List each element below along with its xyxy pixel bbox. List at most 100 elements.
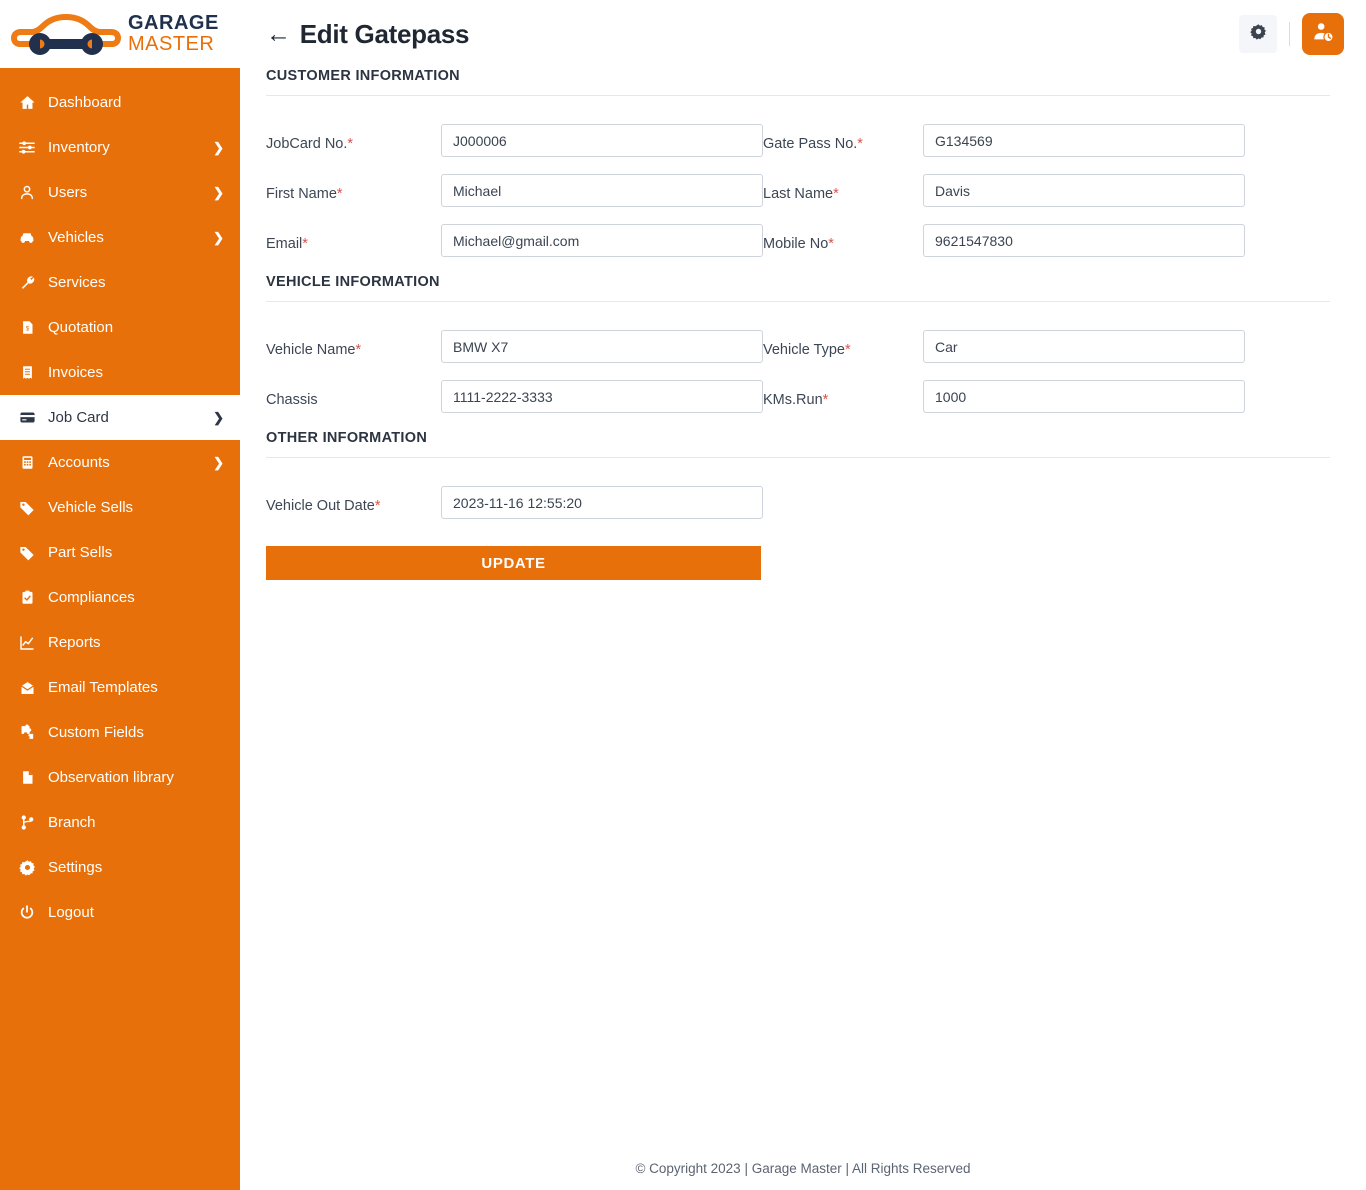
section-vehicle-information: VEHICLE INFORMATION Vehicle Name* Vehicl… [266,274,1330,430]
vehicle-out-date-input[interactable] [441,486,763,519]
vehicle-name-input[interactable] [441,330,763,363]
email-input[interactable] [441,224,763,257]
chevron-right-icon: ❯ [213,456,224,469]
sidebar-item-vehicles[interactable]: Vehicles ❯ [0,215,240,260]
footer-copyright: © Copyright 2023 | Garage Master | All R… [240,1161,1366,1190]
chevron-right-icon: ❯ [213,411,224,424]
gear-icon [14,859,40,876]
sidebar-item-part-sells[interactable]: Part Sells [0,530,240,575]
sidebar-item-dashboard[interactable]: Dashboard [0,80,240,125]
sidebar-item-observation-library[interactable]: Observation library [0,755,240,800]
last-name-input[interactable] [923,174,1245,207]
sidebar-item-label: Job Card [48,409,109,426]
car-wrench-logo-icon [10,8,122,60]
kms-run-input[interactable] [923,380,1245,413]
sidebar-item-settings[interactable]: Settings [0,845,240,890]
section-customer-information: CUSTOMER INFORMATION JobCard No.* Gate P… [266,68,1330,274]
home-icon [14,94,40,111]
customer-form-grid: JobCard No.* Gate Pass No.* First Name* … [266,124,1330,274]
sidebar-item-branch[interactable]: Branch [0,800,240,845]
sidebar-item-label: Part Sells [48,544,112,561]
puzzle-icon [14,724,40,741]
other-form-grid: Vehicle Out Date* [266,486,1330,536]
chart-line-icon [14,635,40,651]
kms-run-label: KMs.Run* [763,380,923,430]
chevron-right-icon: ❯ [213,186,224,199]
wrench-icon [14,274,40,291]
chevron-right-icon: ❯ [213,231,224,244]
sidebar-item-label: Reports [48,634,101,651]
chassis-input[interactable] [441,380,763,413]
sidebar-item-job-card[interactable]: Job Card ❯ [0,395,240,440]
sidebar-item-inventory[interactable]: Inventory ❯ [0,125,240,170]
section-divider [266,457,1330,458]
sidebar-item-email-templates[interactable]: Email Templates [0,665,240,710]
clipboard-check-icon [14,589,40,606]
sidebar-item-services[interactable]: Services [0,260,240,305]
sidebar-item-label: Dashboard [48,94,121,111]
svg-text:$: $ [25,326,29,333]
section-divider [266,95,1330,96]
sidebar-item-label: Quotation [48,319,113,336]
user-clock-button[interactable] [1302,13,1344,55]
update-button[interactable]: UPDATE [266,546,761,580]
sidebar-item-label: Logout [48,904,94,921]
sidebar-item-users[interactable]: Users ❯ [0,170,240,215]
card-icon [14,409,40,426]
form-content: CUSTOMER INFORMATION JobCard No.* Gate P… [240,68,1366,580]
sidebar-item-quotation[interactable]: $ Quotation [0,305,240,350]
vehicle-form-grid: Vehicle Name* Vehicle Type* Chassis KMs.… [266,330,1330,430]
email-label: Email* [266,224,441,274]
topbar-actions [1239,13,1344,55]
document-icon [14,769,40,786]
brand-logo-area[interactable]: GARAGE MASTER [0,0,240,68]
page-title-text: Edit Gatepass [300,19,470,50]
main-area: ← Edit Gatepass [240,0,1366,1190]
first-name-input[interactable] [441,174,763,207]
gate-pass-no-input[interactable] [923,124,1245,157]
mobile-no-input[interactable] [923,224,1245,257]
first-name-label: First Name* [266,174,441,224]
section-title: VEHICLE INFORMATION [266,274,1330,301]
sidebar-item-invoices[interactable]: Invoices [0,350,240,395]
jobcard-no-input[interactable] [441,124,763,157]
sidebar-item-label: Vehicle Sells [48,499,133,516]
mail-open-icon [14,680,40,696]
sidebar-item-label: Accounts [48,454,110,471]
topbar: ← Edit Gatepass [240,0,1366,68]
sidebar-item-accounts[interactable]: Accounts ❯ [0,440,240,485]
page-title: ← Edit Gatepass [266,19,469,50]
back-arrow-icon[interactable]: ← [266,22,291,47]
settings-button[interactable] [1239,15,1277,53]
section-title: CUSTOMER INFORMATION [266,68,1330,95]
sidebar-item-compliances[interactable]: Compliances [0,575,240,620]
topbar-divider [1289,22,1290,46]
tag-icon [14,545,40,561]
sidebar-item-label: Vehicles [48,229,104,246]
sidebar-item-logout[interactable]: Logout [0,890,240,935]
receipt-icon [14,364,40,381]
vehicle-type-input[interactable] [923,330,1245,363]
power-icon [14,904,40,921]
user-icon [14,184,40,201]
sidebar-item-vehicle-sells[interactable]: Vehicle Sells [0,485,240,530]
vehicle-name-label: Vehicle Name* [266,330,441,380]
sidebar-item-reports[interactable]: Reports [0,620,240,665]
brand-line-master: MASTER [128,34,219,55]
vehicle-type-label: Vehicle Type* [763,330,923,380]
car-icon [14,229,40,246]
jobcard-no-label: JobCard No.* [266,124,441,174]
app-root: GARAGE MASTER Dashboard Invento [0,0,1366,1190]
sidebar-item-label: Services [48,274,106,291]
gear-icon [1250,23,1267,45]
sidebar-item-label: Observation library [48,769,174,786]
sidebar-item-label: Inventory [48,139,110,156]
chevron-right-icon: ❯ [213,141,224,154]
sidebar-item-custom-fields[interactable]: Custom Fields [0,710,240,755]
branch-icon [14,814,40,831]
section-other-information: OTHER INFORMATION Vehicle Out Date* UPDA… [266,430,1330,580]
sidebar-nav: Dashboard Inventory ❯ [0,68,240,935]
last-name-label: Last Name* [763,174,923,224]
sidebar-item-label: Email Templates [48,679,158,696]
sidebar-item-label: Settings [48,859,102,876]
